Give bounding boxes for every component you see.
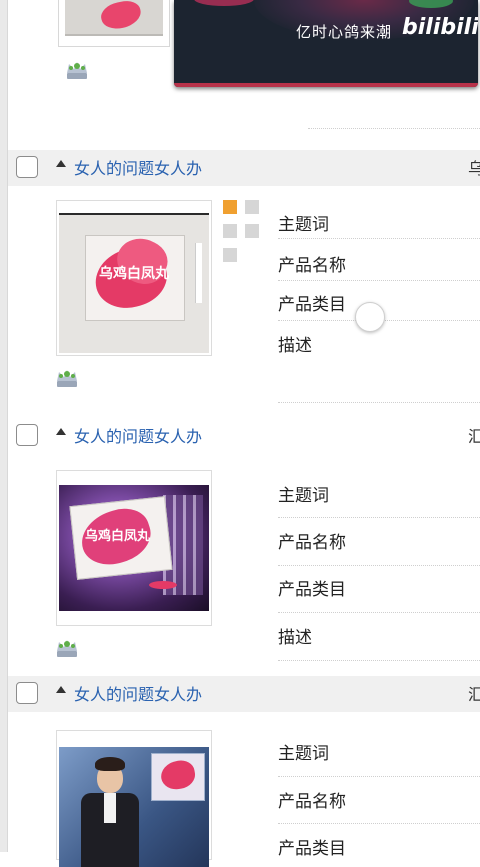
card-header: 女人的问题女人办 乌	[8, 150, 480, 186]
field-product-name-label: 产品名称	[278, 792, 346, 812]
product-thumbnail[interactable]	[56, 730, 212, 867]
touch-cursor	[355, 302, 385, 332]
caret-up-icon[interactable]	[56, 160, 66, 167]
product-image: 乌鸡白凤丸	[59, 203, 209, 353]
pager-square[interactable]	[245, 224, 259, 238]
product-image: 乌鸡白凤丸	[59, 485, 209, 611]
card-meta-text: 汇	[468, 685, 480, 704]
field-product-name-label: 产品名称	[278, 256, 346, 276]
field-keyword-label: 主题词	[278, 744, 329, 764]
result-card: 女人的问题女人办 汇 主题词 产品名称 产品类目	[8, 676, 480, 867]
card-meta-text: 汇	[468, 427, 480, 446]
product-thumbnail[interactable]	[58, 0, 170, 47]
card-title-link[interactable]: 女人的问题女人办	[74, 423, 202, 447]
result-card: 女人的问题女人办 汇 乌鸡白凤丸 主题词 产品名称 产品类目 描述	[8, 418, 480, 676]
select-checkbox[interactable]	[16, 156, 38, 178]
caret-up-icon[interactable]	[56, 428, 66, 435]
crown-icon[interactable]	[64, 58, 90, 86]
pager-square-active[interactable]	[223, 200, 237, 214]
product-box-text: 乌鸡白凤丸	[99, 266, 169, 282]
field-product-category-label: 产品类目	[278, 580, 346, 600]
select-checkbox[interactable]	[16, 424, 38, 446]
video-caption: 亿时心鸽来潮	[296, 23, 393, 41]
image-pager-squares[interactable]	[223, 200, 273, 270]
card-header: 女人的问题女人办 汇	[8, 418, 480, 454]
pager-square[interactable]	[223, 248, 237, 262]
card-header: 女人的问题女人办 汇	[8, 676, 480, 712]
caret-up-icon[interactable]	[56, 686, 66, 693]
product-image	[65, 0, 163, 36]
field-product-category-label: 产品类目	[278, 839, 346, 859]
field-keyword-label: 主题词	[278, 215, 329, 235]
field-product-name-label: 产品名称	[278, 533, 346, 553]
product-thumbnail[interactable]: 乌鸡白凤丸	[56, 200, 212, 356]
field-keyword-label: 主题词	[278, 486, 329, 506]
bilibili-watermark: bilibili	[402, 15, 478, 40]
video-popup-player[interactable]: 亿时心鸽来潮 bilibili	[174, 0, 478, 87]
video-frame-graphic	[194, 0, 254, 6]
video-progress-bar[interactable]	[174, 83, 478, 87]
crown-icon[interactable]	[54, 366, 80, 394]
field-description-label: 描述	[278, 336, 312, 356]
pager-square[interactable]	[223, 224, 237, 238]
card-title-link[interactable]: 女人的问题女人办	[74, 681, 202, 705]
result-card: 女人的问题女人办 乌 乌鸡白凤丸 主题词 产品名称 产品类目 描述	[8, 150, 480, 418]
crown-icon[interactable]	[54, 636, 80, 664]
card-title-link[interactable]: 女人的问题女人办	[74, 155, 202, 179]
field-description-label: 描述	[278, 628, 312, 648]
field-divider	[308, 128, 480, 129]
product-thumbnail[interactable]: 乌鸡白凤丸	[56, 470, 212, 626]
page-left-border	[0, 0, 8, 852]
pager-square[interactable]	[245, 200, 259, 214]
select-checkbox[interactable]	[16, 682, 38, 704]
product-image	[59, 747, 209, 867]
product-box-text: 乌鸡白凤丸	[85, 529, 151, 544]
card-meta-text: 乌	[468, 159, 480, 178]
